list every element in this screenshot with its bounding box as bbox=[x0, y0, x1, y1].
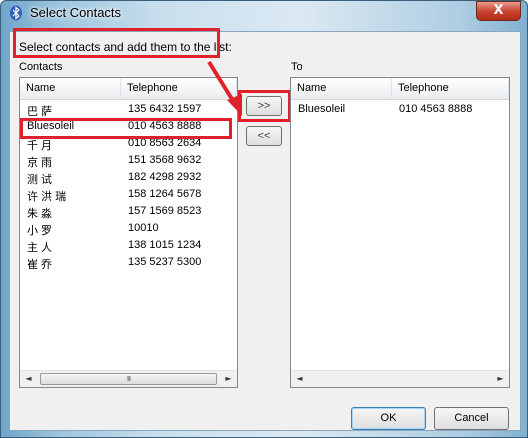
to-group-label: To bbox=[291, 61, 303, 73]
contact-telephone: 158 1264 5678 bbox=[128, 188, 202, 200]
column-header-name[interactable]: Name bbox=[20, 78, 121, 99]
column-header-telephone[interactable]: Telephone bbox=[392, 78, 509, 99]
contact-name: Bluesoleil bbox=[298, 103, 346, 115]
red-arrow-icon bbox=[207, 60, 242, 116]
to-horizontal-scrollbar[interactable]: ◄ ► bbox=[291, 370, 509, 387]
table-row[interactable]: 朱 淼 157 1569 8523 bbox=[20, 204, 237, 221]
scroll-left-arrow-icon[interactable]: ◄ bbox=[291, 371, 308, 387]
bluetooth-icon bbox=[10, 5, 22, 21]
contact-name: 小 罗 bbox=[27, 225, 53, 237]
scroll-right-arrow-icon[interactable]: ► bbox=[220, 371, 237, 387]
to-list[interactable]: Name Telephone Bluesoleil 010 4563 8888 ◄… bbox=[290, 77, 510, 388]
contacts-group-label: Contacts bbox=[19, 61, 63, 73]
contacts-horizontal-scrollbar[interactable]: ◄ III ► bbox=[20, 370, 237, 387]
contact-name: 崔 乔 bbox=[27, 259, 53, 271]
scroll-left-arrow-icon[interactable]: ◄ bbox=[20, 371, 37, 387]
contact-name: 主 人 bbox=[27, 242, 53, 254]
contact-telephone: 157 1569 8523 bbox=[128, 205, 202, 217]
contact-name: 许 洪 瑞 bbox=[27, 191, 67, 203]
contact-telephone: 135 6432 1597 bbox=[128, 103, 202, 115]
scroll-thumb[interactable]: III bbox=[40, 373, 217, 385]
window-title: Select Contacts bbox=[30, 5, 122, 20]
contact-name: 巴 萨 bbox=[27, 106, 53, 118]
ok-button[interactable]: OK bbox=[351, 407, 426, 430]
contact-telephone: 010 4563 8888 bbox=[399, 103, 473, 115]
table-row[interactable]: 许 洪 瑞 158 1264 5678 bbox=[20, 187, 237, 204]
contact-telephone: 151 3568 9632 bbox=[128, 154, 202, 166]
contact-telephone: 10010 bbox=[128, 222, 159, 234]
contact-name: 测 试 bbox=[27, 174, 53, 186]
contact-telephone: 182 4298 2932 bbox=[128, 171, 202, 183]
table-row[interactable]: 小 罗 10010 bbox=[20, 221, 237, 238]
table-row[interactable]: 京 雨 151 3568 9632 bbox=[20, 153, 237, 170]
instruction-highlight bbox=[13, 28, 220, 58]
title-bar[interactable]: Select Contacts X bbox=[1, 1, 527, 25]
close-icon[interactable]: X bbox=[493, 3, 503, 18]
contact-name: 千 月 bbox=[27, 140, 53, 152]
table-row[interactable]: 崔 乔 135 5237 5300 bbox=[20, 255, 237, 272]
column-header-name[interactable]: Name bbox=[291, 78, 392, 99]
close-button[interactable]: X bbox=[476, 1, 521, 21]
contact-name: 京 雨 bbox=[27, 157, 53, 169]
selected-row-highlight bbox=[20, 118, 232, 139]
remove-button[interactable]: << bbox=[246, 126, 282, 146]
table-row[interactable]: 测 试 182 4298 2932 bbox=[20, 170, 237, 187]
contact-telephone: 135 5237 5300 bbox=[128, 256, 202, 268]
table-row[interactable]: 主 人 138 1015 1234 bbox=[20, 238, 237, 255]
contact-name: 朱 淼 bbox=[27, 208, 53, 220]
to-list-header: Name Telephone bbox=[291, 78, 509, 100]
cancel-button[interactable]: Cancel bbox=[434, 407, 509, 430]
table-row[interactable]: Bluesoleil 010 4563 8888 bbox=[291, 102, 509, 119]
scroll-right-arrow-icon[interactable]: ► bbox=[492, 371, 509, 387]
contact-telephone: 138 1015 1234 bbox=[128, 239, 202, 251]
